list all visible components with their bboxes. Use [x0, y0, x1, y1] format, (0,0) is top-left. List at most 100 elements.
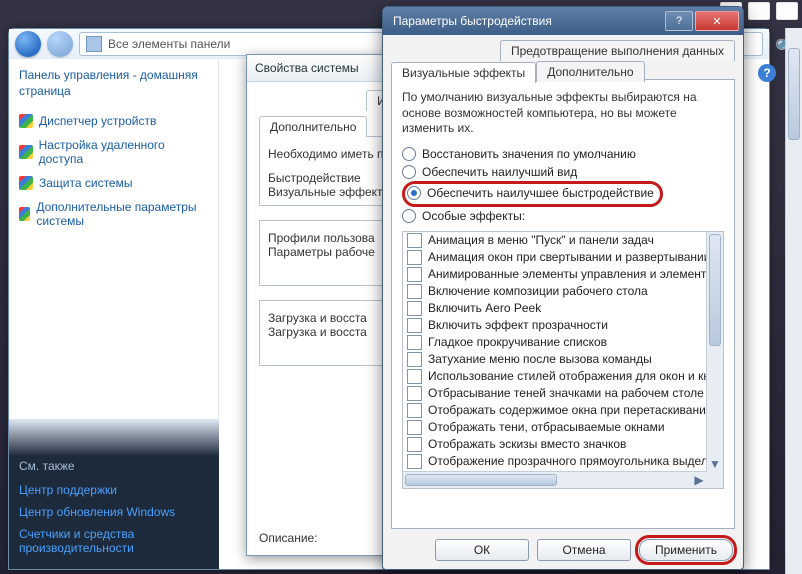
checkbox-icon[interactable] [407, 420, 422, 435]
page-vscrollbar[interactable] [785, 28, 802, 574]
tab-dep[interactable]: Предотвращение выполнения данных [500, 40, 735, 61]
radio-icon [402, 165, 416, 179]
apply-button[interactable]: Применить [639, 539, 733, 561]
effect-label: Отображение прозрачного прямоугольника в… [428, 454, 724, 468]
checkbox-icon[interactable] [407, 488, 422, 489]
effects-checklist: Анимация в меню "Пуск" и панели задач Ани… [402, 231, 724, 489]
visual-effects-pane: По умолчанию визуальные эффекты выбирают… [391, 79, 735, 529]
effect-checkbox-row[interactable]: Отбрасывание теней значками на рабочем с… [403, 385, 705, 402]
sidebar-item-label: Дополнительные параметры системы [36, 200, 208, 228]
effect-label: Анимация окон при свертывании и разверты… [428, 250, 710, 264]
checkbox-icon[interactable] [407, 369, 422, 384]
effect-checkbox-row[interactable]: Включение композиции рабочего стола [403, 283, 705, 300]
nav-back-button[interactable] [15, 31, 41, 57]
effect-checkbox-row[interactable]: Отображать тени, отбрасываемые окнами [403, 419, 705, 436]
checkbox-icon[interactable] [407, 386, 422, 401]
perf-help-button[interactable]: ? [665, 11, 693, 31]
checkbox-icon[interactable] [407, 250, 422, 265]
sidebar-item-label: Диспетчер устройств [39, 114, 156, 128]
effect-checkbox-row[interactable]: Анимированные элементы управления и элем… [403, 266, 705, 283]
ok-button[interactable]: ОК [435, 539, 529, 561]
radio-option-1[interactable]: Обеспечить наилучший вид [402, 163, 724, 181]
checkbox-icon[interactable] [407, 454, 422, 469]
checkbox-icon[interactable] [407, 233, 422, 248]
sidebar-item-3[interactable]: Дополнительные параметры системы [19, 195, 208, 233]
checkbox-icon[interactable] [407, 267, 422, 282]
vscroll-thumb[interactable] [709, 234, 721, 346]
radio-option-2[interactable]: Обеспечить наилучшее быстродействие [407, 184, 654, 202]
checkbox-icon[interactable] [407, 437, 422, 452]
see-also-link-0[interactable]: Центр поддержки [19, 479, 209, 501]
effect-checkbox-row[interactable]: Отображать содержимое окна при перетаски… [403, 402, 705, 419]
see-also-header: См. также [19, 459, 209, 473]
effect-label: Анимированные элементы управления и элем… [428, 267, 724, 281]
visual-effects-intro: По умолчанию визуальные эффекты выбирают… [402, 90, 724, 137]
sidebar-item-label: Защита системы [39, 176, 132, 190]
selected-radio-highlight: Обеспечить наилучшее быстродействие [402, 181, 663, 207]
radio-icon [402, 147, 416, 161]
sidebar-item-0[interactable]: Диспетчер устройств [19, 109, 208, 133]
radio-label: Восстановить значения по умолчанию [422, 147, 636, 161]
checkbox-icon[interactable] [407, 335, 422, 350]
effect-checkbox-row[interactable]: Отображение прозрачного прямоугольника в… [403, 453, 705, 470]
effect-label: Отбрасывание теней значками на рабочем с… [428, 386, 704, 400]
radio-label: Особые эффекты: [422, 209, 525, 223]
nav-forward-button[interactable] [47, 31, 73, 57]
effect-checkbox-row[interactable]: Использование стилей отображения для око… [403, 368, 705, 385]
help-icon[interactable]: ? [758, 64, 776, 82]
scroll-corner [707, 472, 723, 488]
radio-option-0[interactable]: Восстановить значения по умолчанию [402, 145, 724, 163]
effect-label: Отображать тени, отбрасываемые окнами [428, 420, 665, 434]
effect-checkbox-row[interactable]: Затухание меню после вызова команды [403, 351, 705, 368]
sidebar-dark-region: См. также Центр поддержкиЦентр обновлени… [9, 419, 219, 569]
hscroll-thumb[interactable] [405, 474, 557, 486]
scroll-down-icon[interactable]: ▼ [707, 456, 723, 472]
effect-checkbox-row[interactable]: Гладкое прокручивание списков [403, 334, 705, 351]
see-also-link-2[interactable]: Счетчики и средства производительности [19, 523, 209, 559]
window-extra-icon[interactable] [776, 2, 798, 20]
sidebar-item-1[interactable]: Настройка удаленного доступа [19, 133, 208, 171]
checkbox-icon[interactable] [407, 318, 422, 333]
effect-checkbox-row[interactable]: Включить Aero Peek [403, 300, 705, 317]
control-panel-home-link[interactable]: Панель управления - домашняя страница [19, 67, 208, 99]
checklist-vscrollbar[interactable]: ▲ ▼ [706, 232, 723, 472]
effect-checkbox-row[interactable]: Включить эффект прозрачности [403, 317, 705, 334]
effect-label: Сглаживать неровности экранных шрифтов [428, 488, 672, 489]
tab-additional[interactable]: Дополнительно [259, 116, 367, 137]
effect-checkbox-row[interactable]: Анимация в меню "Пуск" и панели задач [403, 232, 705, 249]
breadcrumb: Все элементы панели [108, 37, 230, 51]
checklist-hscrollbar[interactable]: ◀ ▶ [403, 471, 707, 488]
checkbox-icon[interactable] [407, 352, 422, 367]
effect-label: Включение композиции рабочего стола [428, 284, 648, 298]
shield-icon [19, 114, 33, 128]
effect-label: Анимация в меню "Пуск" и панели задач [428, 233, 654, 247]
tab-perf-additional[interactable]: Дополнительно [536, 61, 644, 82]
sidebar-item-label: Настройка удаленного доступа [39, 138, 208, 166]
radio-label: Обеспечить наилучший вид [422, 165, 577, 179]
control-panel-icon [86, 36, 102, 52]
effect-label: Отображать содержимое окна при перетаски… [428, 403, 713, 417]
checkbox-icon[interactable] [407, 403, 422, 418]
sidebar-item-2[interactable]: Защита системы [19, 171, 208, 195]
window-max-icon[interactable] [748, 2, 770, 20]
checkbox-icon[interactable] [407, 301, 422, 316]
page-vscroll-thumb[interactable] [788, 48, 800, 140]
radio-option-3[interactable]: Особые эффекты: [402, 207, 724, 225]
checkbox-icon[interactable] [407, 284, 422, 299]
shield-icon [19, 207, 30, 221]
shield-icon [19, 176, 33, 190]
perf-close-button[interactable]: ✕ [695, 11, 739, 31]
radio-label: Обеспечить наилучшее быстродействие [427, 186, 654, 200]
effect-label: Отображать эскизы вместо значков [428, 437, 626, 451]
scroll-right-icon[interactable]: ▶ [691, 472, 707, 488]
tab-visual-effects[interactable]: Визуальные эффекты [391, 62, 536, 83]
performance-title: Параметры быстродействия [393, 14, 552, 28]
see-also-link-1[interactable]: Центр обновления Windows [19, 501, 209, 523]
effect-checkbox-row[interactable]: Анимация окон при свертывании и разверты… [403, 249, 705, 266]
effect-checkbox-row[interactable]: Отображать эскизы вместо значков [403, 436, 705, 453]
cancel-button[interactable]: Отмена [537, 539, 631, 561]
radio-icon [402, 209, 416, 223]
description-label: Описание: [259, 531, 318, 545]
effect-label: Затухание меню после вызова команды [428, 352, 652, 366]
radio-icon [407, 186, 421, 200]
